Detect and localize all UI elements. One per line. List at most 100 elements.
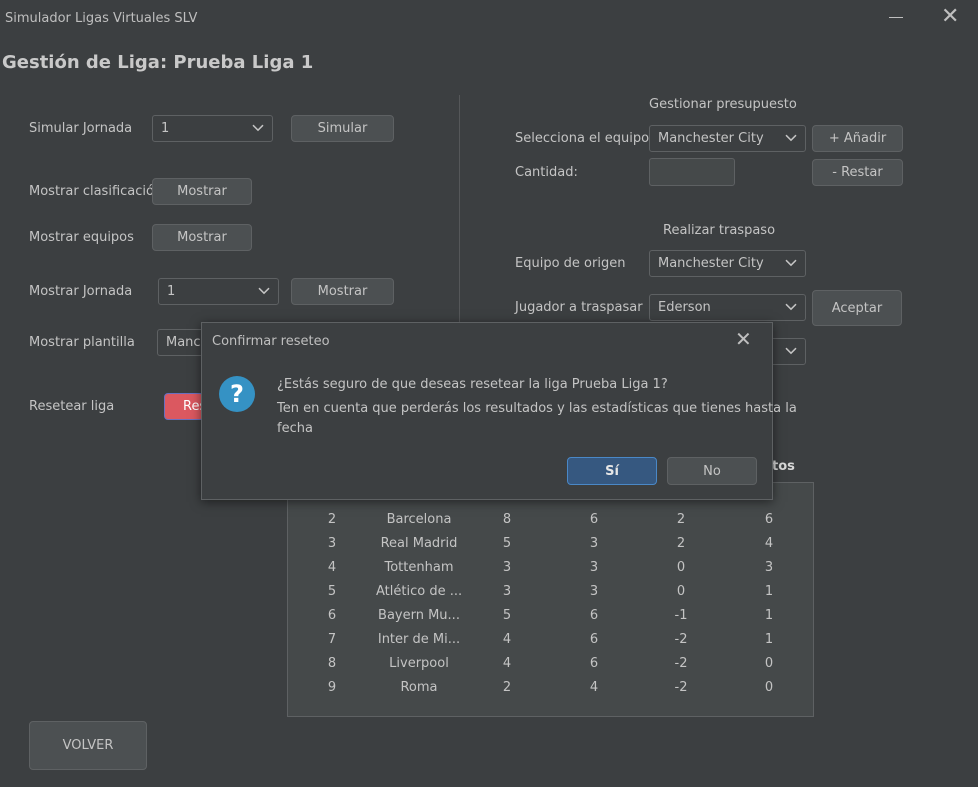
table-row[interactable]: 7 Inter de Mi... 4 6 -2 1 [288,628,813,652]
chevron-down-icon [258,287,270,294]
table-cell: -2 [674,656,688,671]
jugador-select[interactable]: Ederson [649,294,806,321]
table-cell: Tottenham [384,560,454,575]
equipo-origen-label: Equipo de origen [515,256,626,271]
mostrar-jornada-label: Mostrar Jornada [29,284,133,299]
mostrar-equipos-label: Mostrar equipos [29,230,134,245]
dialog-message-line3: fecha [277,421,313,436]
table-cell: 6 [327,608,337,623]
table-cell: 1 [764,608,774,623]
restar-button[interactable]: - Restar [812,159,903,186]
presupuesto-title: Gestionar presupuesto [649,97,797,112]
equipo-origen-select[interactable]: Manchester City [649,250,806,277]
table-cell: 8 [327,656,337,671]
table-cell: 7 [327,632,337,647]
table-cell: 6 [589,632,599,647]
table-cell: -2 [674,632,688,647]
resetear-liga-label: Resetear liga [29,399,115,414]
table-cell: 2 [676,536,686,551]
table-cell: 5 [502,536,512,551]
table-cell: 6 [589,656,599,671]
volver-button[interactable]: VOLVER [29,721,147,770]
presupuesto-equipo-select[interactable]: Manchester City [649,125,806,152]
table-cell: 0 [676,560,686,575]
table-cell: Liverpool [389,656,449,671]
table-cell: 1 [764,584,774,599]
table-cell: 2 [676,512,686,527]
close-icon[interactable]: ✕ [735,328,752,350]
table-row[interactable]: 3 Real Madrid 5 3 2 4 [288,532,813,556]
table-cell: 3 [589,536,599,551]
chevron-down-icon [785,303,797,310]
simular-button[interactable]: Simular [291,115,394,142]
question-icon: ? [219,376,255,412]
minimize-icon[interactable] [889,17,903,18]
table-cell: Inter de Mi... [377,632,461,647]
table-cell: 1 [764,632,774,647]
table-cell: 2 [327,512,337,527]
mostrar-equipos-button[interactable]: Mostrar [152,224,252,251]
aceptar-button[interactable]: Aceptar [812,290,902,326]
table-cell: Barcelona [386,512,452,527]
table-row[interactable]: 4 Tottenham 3 3 0 3 [288,556,813,580]
dialog-title: Confirmar reseteo [212,334,330,349]
table-cell: Bayern Mu... [378,608,460,623]
table-cell: Real Madrid [380,536,458,551]
table-cell: Roma [400,680,438,695]
table-cell: -1 [674,608,688,623]
table-row[interactable]: 9 Roma 2 4 -2 0 [288,676,813,700]
chevron-down-icon [252,124,264,131]
window-title: Simulador Ligas Virtuales SLV [5,11,198,26]
table-cell: 3 [589,560,599,575]
add-budget-button[interactable]: + Añadir [812,125,903,152]
mostrar-plantilla-label: Mostrar plantilla [29,335,135,350]
table-cell: 4 [327,560,337,575]
table-cell: 5 [502,608,512,623]
mostrar-jornada-select[interactable]: 1 [158,278,279,305]
table-row[interactable]: 5 Atlético de ... 3 3 0 1 [288,580,813,604]
chevron-down-icon [785,347,797,354]
table-cell: 5 [327,584,337,599]
cantidad-field[interactable] [649,158,735,186]
page-title: Gestión de Liga: Prueba Liga 1 [2,52,314,73]
table-cell: 2 [502,680,512,695]
table-cell: 9 [327,680,337,695]
table-cell: 4 [589,680,599,695]
mostrar-clasificacion-button[interactable]: Mostrar [152,178,252,205]
table-cell: 3 [502,584,512,599]
table-row[interactable]: 8 Liverpool 4 6 -2 0 [288,652,813,676]
table-cell: 4 [502,656,512,671]
cantidad-label: Cantidad: [515,165,578,180]
mostrar-jornada-button[interactable]: Mostrar [291,278,394,305]
dialog-message-line1: ¿Estás seguro de que deseas resetear la … [277,377,668,392]
table-cell: 3 [502,560,512,575]
table-cell: 4 [764,536,774,551]
table-cell: 6 [589,608,599,623]
mostrar-clasificacion-label: Mostrar clasificación [29,184,163,199]
table-cell: 3 [589,584,599,599]
mostrar-plantilla-select[interactable]: Manc [157,329,207,356]
simular-jornada-select[interactable]: 1 [152,115,273,142]
table-cell: 4 [502,632,512,647]
table-row[interactable]: 2 Barcelona 8 6 2 6 [288,508,813,532]
table-cell: 3 [764,560,774,575]
jugador-traspasar-label: Jugador a traspasar [515,300,643,315]
selecciona-equipo-label: Selecciona el equipo [515,131,650,146]
column-divider [459,95,460,325]
table-cell: 0 [764,656,774,671]
table-cell: Atlético de ... [376,584,462,599]
close-window-icon[interactable]: ✕ [941,6,959,28]
table-cell: 3 [327,536,337,551]
table-row[interactable]: 6 Bayern Mu... 5 6 -1 1 [288,604,813,628]
resetear-button[interactable]: Res [164,393,204,420]
table-cell: 8 [502,512,512,527]
table-cell: 6 [589,512,599,527]
yes-button[interactable]: Sí [567,457,657,485]
table-cell: -2 [674,680,688,695]
no-button[interactable]: No [667,457,757,485]
table-cell: 0 [764,680,774,695]
dialog-message-line2: Ten en cuenta que perderás los resultado… [277,401,797,416]
table-header-puntos: tos [772,459,795,474]
simular-jornada-label: Simular Jornada [29,121,133,136]
chevron-down-icon [785,259,797,266]
